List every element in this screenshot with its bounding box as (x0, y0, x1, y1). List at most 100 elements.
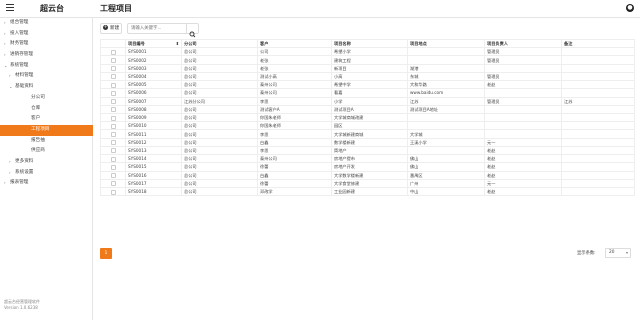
row-checkbox[interactable] (110, 49, 116, 55)
sidebar-item[interactable]: 客户 (0, 114, 93, 125)
table-row[interactable]: SYS0007 江苏分公司 李思 小学 江苏 管理员 江苏 (100, 96, 635, 106)
column-header[interactable]: 项目编号 ⬍ (125, 38, 182, 49)
row-checkbox[interactable] (110, 123, 116, 129)
table-row[interactable]: SYS0001 总公司 公司 希望小学 管理员 (100, 47, 635, 57)
table-cell (561, 88, 635, 98)
sidebar-item[interactable]: › 系统设置 (0, 168, 93, 179)
user-icon[interactable]: ● (626, 4, 634, 12)
row-checkbox[interactable] (110, 115, 116, 121)
table-cell: 总公司 (181, 178, 258, 188)
table-row[interactable]: SYS0002 总公司 老张 建筑工程 管理员 (100, 55, 635, 65)
chevron-right-icon: › (9, 158, 11, 164)
table-row[interactable]: SYS0009 总公司 你国朱老师 大学城商城改建 (100, 112, 635, 123)
table-row[interactable]: SYS0014 总公司 泰州公司 房地产提市 佛山 老赵 (100, 154, 635, 164)
table-cell: 元一 (484, 137, 562, 147)
table-row[interactable]: SYS0013 总公司 李思 筒地产 老赵 (100, 145, 635, 156)
sidebar-item-label: 投入管理 (10, 30, 29, 36)
table-row[interactable]: SYS0011 总公司 李思 大学城新建商城 大学城 (100, 129, 635, 139)
row-checkbox[interactable] (110, 66, 116, 72)
table-cell: 你国朱老师 (257, 112, 332, 123)
column-header[interactable]: 备注 (561, 38, 635, 49)
sidebar-item[interactable]: ⌄ 基础资料 (0, 82, 93, 93)
table-row[interactable]: SYS0003 总公司 老张 新项目 湖港 (100, 63, 635, 73)
row-checkbox[interactable] (110, 107, 116, 113)
table-cell: 总公司 (181, 55, 258, 65)
table-header-row: 项目编号 ⬍ 分公司 客户 项目名称 项目地点 项目负责人 备注 (100, 38, 635, 49)
sidebar-item-label: 系统设置 (15, 169, 34, 175)
sidebar-item[interactable]: 仓库 (0, 104, 93, 115)
table-cell: 大和华路 (407, 80, 485, 90)
table-row[interactable]: SYS0016 总公司 白鑫 大学数学楼新建 番禺区 老赵 (100, 170, 635, 180)
table-cell: 测试项目A地址 (407, 104, 485, 114)
search-input[interactable] (127, 23, 187, 34)
column-header[interactable]: 项目地点 (407, 38, 485, 49)
sidebar-item[interactable]: › 投入管理 (0, 29, 93, 40)
table-cell (407, 121, 485, 131)
row-checkbox[interactable] (110, 173, 116, 179)
table-cell (561, 47, 635, 57)
sidebar-item[interactable]: › 组合管理 (0, 18, 93, 29)
table-row[interactable]: SYS0012 总公司 白鑫 数学楼新建 王溪小学 元一 (100, 137, 635, 147)
row-select-cell (100, 55, 126, 65)
table-row[interactable]: SYS0018 总公司 邓改学 工业园新建 中山 老赵 (100, 186, 635, 197)
row-checkbox[interactable] (110, 90, 116, 96)
row-checkbox[interactable] (110, 82, 116, 88)
row-checkbox[interactable] (110, 181, 116, 187)
sidebar-item[interactable]: 分公司 (0, 93, 93, 104)
table-cell: 管理员 (484, 47, 562, 57)
column-header[interactable]: 分公司 (181, 38, 258, 49)
sidebar-item[interactable]: › 更多资料 (0, 157, 93, 168)
row-checkbox[interactable] (110, 58, 116, 64)
table-row[interactable]: SYS0006 总公司 泰州公司 看嘉 www.baidu.com (100, 88, 635, 98)
row-checkbox[interactable] (110, 140, 116, 146)
table-cell: SYS0018 (125, 186, 182, 197)
column-header[interactable]: 项目负责人 (484, 38, 562, 49)
sidebar-item[interactable]: 供应商 (0, 146, 93, 157)
sidebar-item[interactable]: › 进销存管理 (0, 50, 93, 61)
sidebar-item[interactable]: › 财务管理 (0, 39, 93, 50)
sidebar-item-label: 报告抽 (31, 137, 45, 143)
sidebar-item[interactable]: › 报表管理 (0, 178, 93, 189)
table-row[interactable]: SYS0004 总公司 测试小高 小高 东城 管理员 (100, 71, 635, 82)
footer-version: Version 1.0.6238 (4, 305, 38, 310)
table-row[interactable]: SYS0017 总公司 徐蕾 大学食堂修建 广州 元一 (100, 178, 635, 188)
page-button[interactable]: 1 (100, 248, 112, 259)
row-checkbox[interactable] (110, 164, 116, 170)
table-row[interactable]: SYS0010 总公司 你国朱老师 园区 (100, 121, 635, 131)
row-checkbox[interactable] (110, 189, 116, 195)
row-select-cell (100, 88, 126, 98)
select-all-cell (100, 38, 126, 49)
chevron-right-icon: › (4, 20, 6, 25)
table-row[interactable]: SYS0005 总公司 泰州公司 希望中学 大和华路 老赵 (100, 80, 635, 90)
table-cell: 总公司 (181, 112, 258, 123)
column-header[interactable]: 客户 (257, 38, 332, 49)
sidebar-item[interactable]: ⌄ 系统管理 (0, 61, 93, 72)
plus-icon: + (103, 25, 108, 30)
sidebar-item[interactable]: 工程项目 (0, 124, 93, 136)
menu-icon[interactable] (6, 4, 14, 12)
table-cell: SYS0016 (125, 170, 182, 180)
sidebar-item[interactable]: › 材料管理 (0, 71, 93, 82)
table-row[interactable]: SYS0015 总公司 徐蕾 房地产开发 佛山 老赵 (100, 162, 635, 172)
table-cell: 老赵 (484, 154, 562, 164)
new-button[interactable]: + 新建 (100, 23, 122, 34)
table-cell: 测试客户A (257, 104, 332, 114)
row-checkbox[interactable] (110, 99, 116, 105)
sort-icon[interactable]: ⬍ (175, 41, 179, 47)
page-size-select[interactable]: 20 ▾ (605, 248, 631, 258)
table-cell: 房地产开发 (331, 162, 408, 172)
table-cell (484, 121, 562, 131)
table-cell: 徐蕾 (257, 178, 332, 188)
row-checkbox[interactable] (110, 132, 116, 138)
row-checkbox[interactable] (110, 74, 116, 80)
column-header[interactable]: 项目名称 (331, 38, 408, 49)
table-row[interactable]: SYS0008 总公司 测试客户A 测试项目A 测试项目A地址 (100, 104, 635, 114)
row-checkbox[interactable] (110, 156, 116, 162)
table-cell (561, 186, 635, 197)
row-checkbox[interactable] (110, 148, 116, 154)
table-cell (561, 71, 635, 82)
column-header-label: 项目负责人 (487, 41, 508, 47)
row-select-cell (100, 137, 126, 147)
search-button[interactable] (186, 23, 199, 38)
sidebar-item[interactable]: 报告抽 (0, 136, 93, 147)
